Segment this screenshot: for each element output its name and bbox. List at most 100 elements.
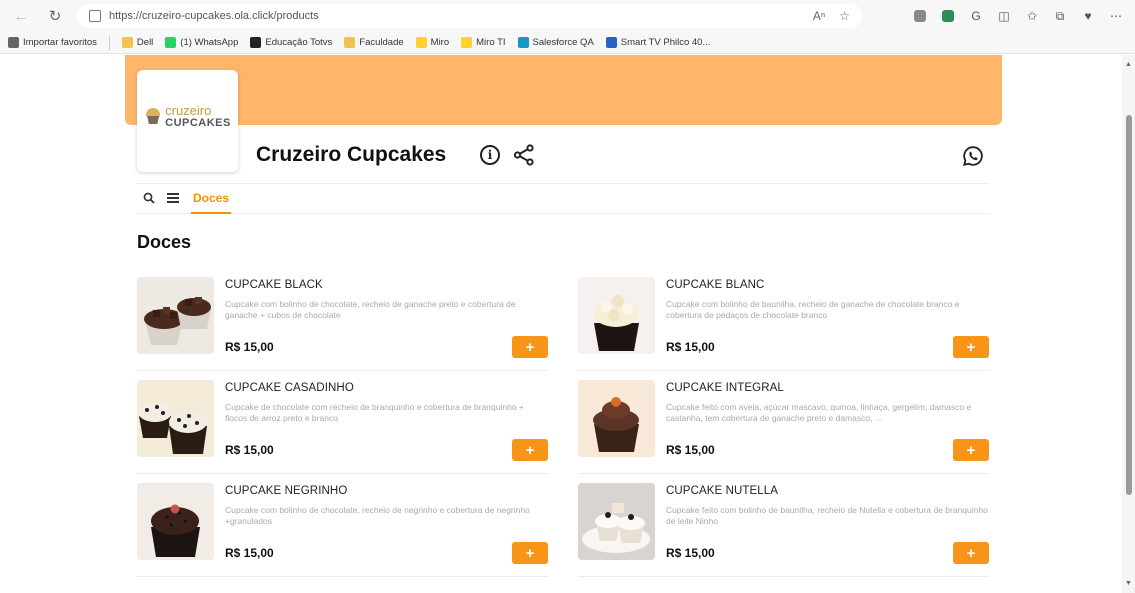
product-image [578,380,655,457]
extension-icon-green[interactable] [939,7,957,25]
bookmark-separator [108,35,110,50]
split-screen-icon[interactable]: ◫ [995,7,1013,25]
product-price: R$ 15,00 [225,340,274,354]
product-description: Cupcake com bolinho de baunilha, recheio… [666,299,960,320]
product-description: Cupcake feito com bolinho de baunilha, r… [666,505,988,526]
bookmark-label: Dell [136,37,154,48]
bookmark-item[interactable]: Faculdade [344,37,404,48]
menu-icon[interactable] [167,193,179,203]
bookmark-favicon-icon [415,37,427,48]
bookmark-label: Faculdade [359,37,404,48]
product-description: Cupcake com bolinho de chocolate, rechei… [225,299,516,320]
product-name: CUPCAKE INTEGRAL [666,382,784,394]
bookmark-favicon-icon [121,37,133,48]
bookmarks-bar: Importar favoritos Dell (1) WhatsApp Educaç… [0,32,1135,54]
page-viewport: cruzeiro CUPCAKES Cruzeiro Cupcakes i Do… [0,55,1135,593]
product-card[interactable]: CUPCAKE INTEGRAL Cupcake feito com aveia… [578,380,989,474]
section-title: Doces [137,232,192,252]
product-card[interactable]: CUPCAKE BLANC Cupcake com bolinho de bau… [578,277,989,371]
address-bar[interactable]: https://cruzeiro-cupcakes.ola.click/prod… [77,4,862,28]
bookmark-item[interactable]: Importar favoritos [8,37,97,48]
bookmark-label: (1) WhatsApp [180,37,239,48]
search-icon[interactable] [143,192,155,204]
product-image [137,380,214,457]
add-to-cart-button[interactable]: + [512,439,548,461]
store-title: Cruzeiro Cupcakes [256,143,447,166]
bookmark-item[interactable]: (1) WhatsApp [165,37,238,48]
bookmark-favicon-icon [165,37,177,48]
product-description: Cupcake com bolinho de chocolate, rechei… [225,505,530,526]
browser-toolbar: ← ↻ https://cruzeiro-cupcakes.ola.click/… [0,0,1135,32]
add-to-cart-button[interactable]: + [512,336,548,358]
store-banner [125,55,1002,125]
scroll-up-icon[interactable]: ▲ [1125,61,1132,68]
product-card[interactable]: CUPCAKE CASADINHO Cupcake de chocolate c… [137,380,548,474]
product-price: R$ 15,00 [666,443,715,457]
scroll-down-icon[interactable]: ▼ [1125,580,1132,587]
back-icon[interactable]: ← [10,5,32,27]
add-to-cart-button[interactable]: + [953,336,989,358]
bookmark-favicon-icon [250,37,262,48]
scroll-thumb[interactable] [1126,115,1132,495]
url-text: https://cruzeiro-cupcakes.ola.click/prod… [109,10,319,22]
share-icon[interactable] [513,144,535,166]
product-price: R$ 15,00 [666,340,715,354]
tab-doces[interactable]: Doces [191,184,232,214]
bookmark-favicon-icon [605,37,617,48]
bookmark-favicon-icon [461,37,473,48]
extension-icon[interactable] [911,7,929,25]
cupcake-logo-icon [144,107,162,125]
add-to-cart-button[interactable]: + [953,542,989,564]
add-to-cart-button[interactable]: + [953,439,989,461]
bookmark-item[interactable]: Smart TV Philco 40... [605,37,711,48]
product-card[interactable]: CUPCAKE NEGRINHO Cupcake com bolinho de … [137,483,548,577]
product-price: R$ 15,00 [666,546,715,560]
favorite-star-icon[interactable]: ☆ [839,9,850,23]
more-menu-icon[interactable]: ⋯ [1107,7,1125,25]
product-image [137,277,214,354]
product-description: Cupcake de chocolate com recheio de bran… [225,402,524,423]
product-card[interactable]: CUPCAKE NUTELLA Cupcake feito com bolinh… [578,483,989,577]
collections-icon[interactable]: ⧉ [1051,7,1069,25]
add-to-cart-button[interactable]: + [512,542,548,564]
bookmark-label: Smart TV Philco 40... [620,37,711,48]
bookmark-label: Salesforce QA [532,37,594,48]
reload-icon[interactable]: ↻ [44,5,66,27]
page-scrollbar[interactable]: ▲ ▼ [1122,55,1135,593]
product-image [578,483,655,560]
logo-line-1: cruzeiro [165,102,212,118]
performance-icon[interactable]: ♥ [1079,7,1097,25]
info-icon[interactable]: i [480,145,500,165]
bookmark-favicon-icon [344,37,356,48]
product-card[interactable]: CUPCAKE BLACK Cupcake com bolinho de cho… [137,277,548,371]
bookmark-item[interactable]: Miro [415,37,450,48]
product-name: CUPCAKE CASADINHO [225,382,354,394]
product-name: CUPCAKE BLANC [666,279,765,291]
page-info-icon[interactable] [89,10,101,22]
product-name: CUPCAKE NUTELLA [666,485,779,497]
product-name: CUPCAKE BLACK [225,279,323,291]
product-description: Cupcake feito com aveia, açúcar mascavo,… [666,402,972,423]
product-price: R$ 15,00 [225,546,274,560]
bookmark-label: Miro [430,37,450,48]
bookmark-item[interactable]: Miro TI [461,37,506,48]
product-image [137,483,214,560]
bookmark-label: Miro TI [476,37,506,48]
logo-line-2: CUPCAKES [165,116,231,129]
bookmark-label: Importar favoritos [23,37,97,48]
extension-icon-g[interactable]: G [967,7,985,25]
bookmark-item[interactable]: Dell [121,37,154,48]
product-name: CUPCAKE NEGRINHO [225,485,348,497]
product-image [578,277,655,354]
category-tabs: Doces [137,183,989,214]
favorites-icon[interactable]: ✩ [1023,7,1041,25]
product-price: R$ 15,00 [225,443,274,457]
bookmark-label: Educação Totvs [265,37,333,48]
store-logo: cruzeiro CUPCAKES [137,70,238,172]
whatsapp-icon[interactable] [962,145,984,167]
bookmark-favicon-icon [517,37,529,48]
bookmark-item[interactable]: Salesforce QA [517,37,594,48]
bookmark-item[interactable]: Educação Totvs [250,37,332,48]
bookmark-favicon-icon [8,37,19,48]
read-aloud-icon[interactable]: Aⁿ [813,9,825,23]
